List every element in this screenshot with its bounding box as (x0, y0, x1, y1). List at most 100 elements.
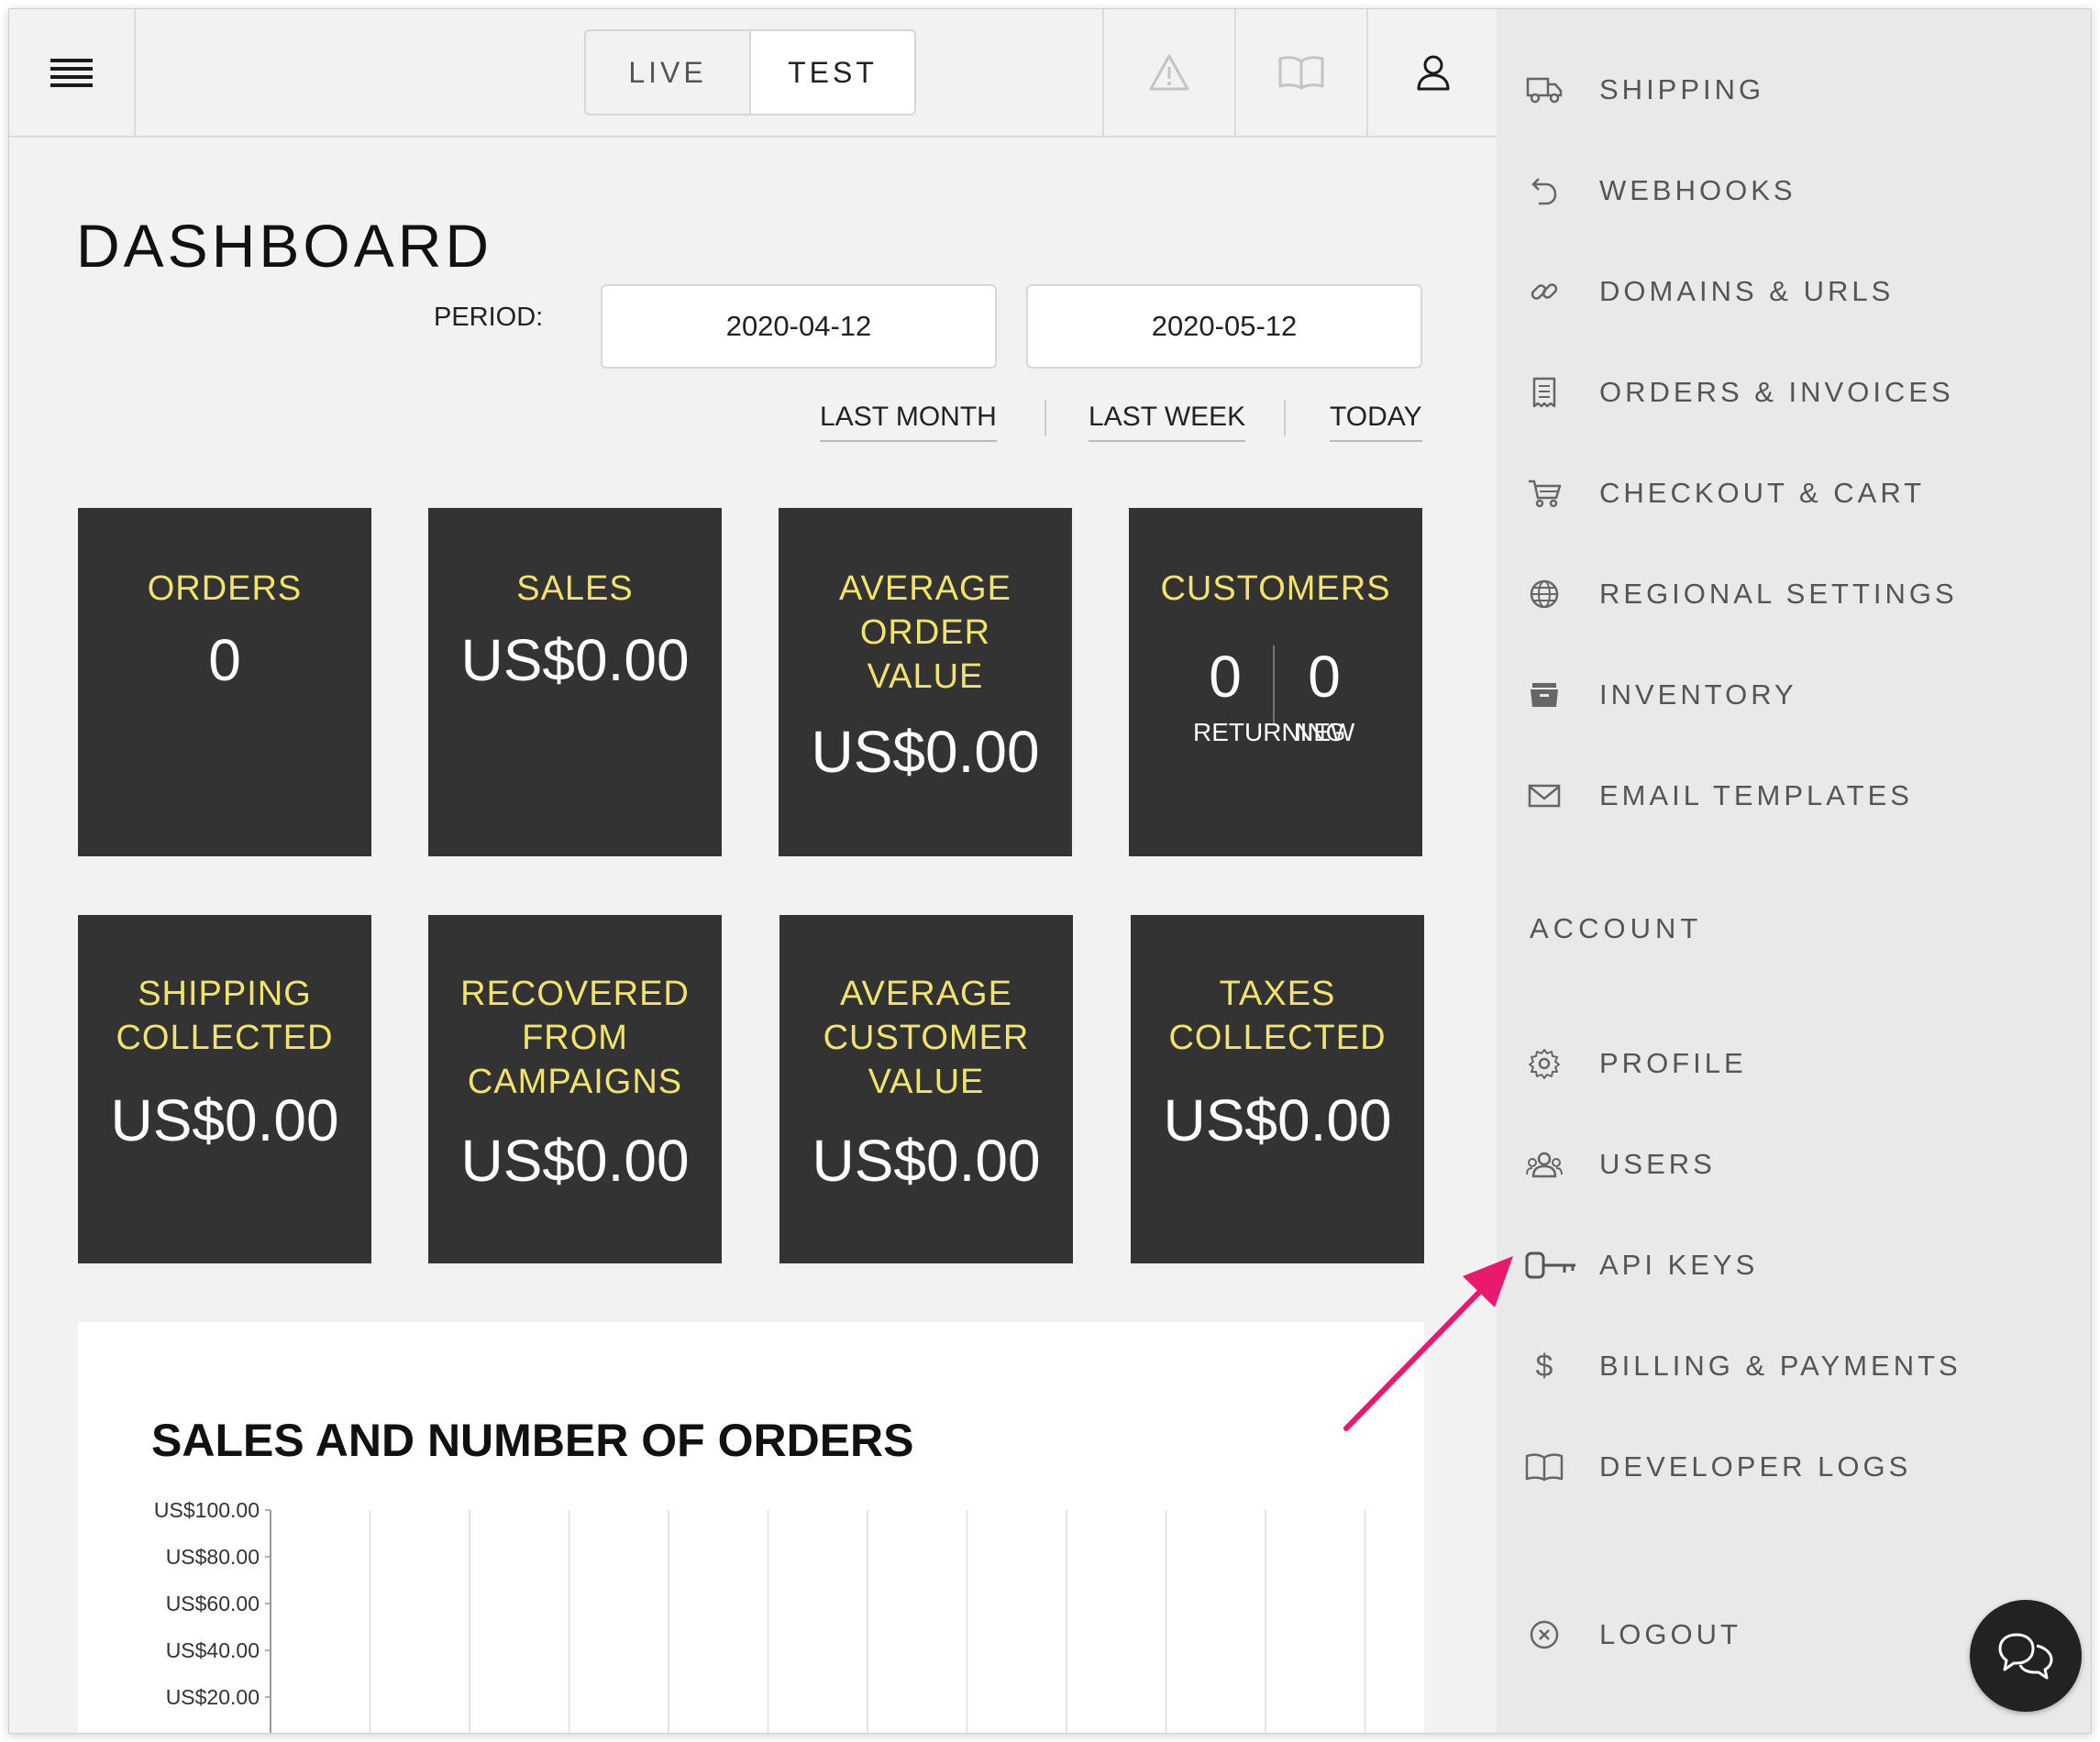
sidebar-item-label: BILLING & PAYMENTS (1599, 1350, 1962, 1382)
new-customers-value: 0 (1308, 644, 1341, 710)
tile-value: US$0.00 (110, 1087, 339, 1153)
mode-live-button[interactable]: LIVE (586, 31, 749, 114)
tile-label: FROM (522, 1019, 628, 1057)
truck-icon (1524, 70, 1564, 110)
sidebar-item-shipping[interactable]: SHIPPING (1497, 55, 2091, 125)
date-from-input[interactable] (601, 284, 997, 369)
sidebar-item-regional-settings[interactable]: REGIONAL SETTINGS (1497, 559, 2091, 629)
customers-tile: CUSTOMERS 0 0 RETURNING NEW (1129, 508, 1422, 856)
tile-label: AVERAGE (840, 975, 1012, 1013)
tile-value: 0 (208, 627, 241, 693)
account-button[interactable] (1366, 9, 1498, 136)
tile-label: CUSTOMER (823, 1019, 1030, 1057)
sidebar-item-label: REGIONAL SETTINGS (1599, 578, 1958, 610)
key-icon (1524, 1245, 1579, 1285)
sidebar-item-billing-payments[interactable]: $ BILLING & PAYMENTS (1497, 1331, 2091, 1401)
today-link[interactable]: TODAY (1330, 402, 1422, 442)
sidebar-item-orders-invoices[interactable]: ORDERS & INVOICES (1497, 358, 2091, 427)
tile-label: AVERAGE (839, 569, 1011, 608)
sidebar-item-label: INVENTORY (1599, 678, 1797, 711)
tile-label: RECOVERED (460, 975, 690, 1013)
tile-label: COLLECTED (1168, 1019, 1387, 1057)
tile-value: US$0.00 (811, 719, 1040, 785)
sidebar-item-label: CHECKOUT & CART (1599, 477, 1926, 509)
sidebar-item-users[interactable]: USERS (1497, 1130, 2091, 1199)
page-title: DASHBOARD (76, 212, 493, 280)
sidebar-item-api-keys[interactable]: API KEYS (1497, 1230, 2091, 1300)
y-tick-label: US$80.00 (166, 1545, 260, 1569)
shipping-collected-tile: SHIPPING COLLECTED US$0.00 (78, 915, 371, 1263)
close-circle-icon (1524, 1615, 1564, 1655)
tile-label: ORDERS (147, 569, 303, 608)
mode-toggle: LIVE TEST (584, 29, 916, 116)
docs-button[interactable] (1234, 9, 1366, 136)
user-icon (1417, 55, 1450, 91)
link-icon (1524, 271, 1564, 312)
sidebar-item-email-templates[interactable]: EMAIL TEMPLATES (1497, 761, 2091, 831)
alerts-button[interactable] (1102, 9, 1234, 136)
top-bar: LIVE TEST (9, 9, 1497, 138)
taxes-collected-tile: TAXES COLLECTED US$0.00 (1131, 915, 1424, 1263)
mode-test-button[interactable]: TEST (749, 31, 914, 114)
sidebar-item-webhooks[interactable]: WEBHOOKS (1497, 156, 2091, 226)
cart-icon (1524, 473, 1564, 513)
average-customer-value-tile: AVERAGE CUSTOMER VALUE US$0.00 (779, 915, 1073, 1263)
sidebar-item-label: USERS (1599, 1148, 1716, 1180)
sidebar-item-label: DEVELOPER LOGS (1599, 1450, 1912, 1483)
receipt-icon (1524, 372, 1564, 413)
average-order-value-tile: AVERAGE ORDER VALUE US$0.00 (779, 508, 1072, 856)
app-window: LIVE TEST DASHBOARD PERIOD: LAST (8, 8, 2092, 1734)
sales-chart: US$100.00 US$80.00 US$60.00 US$40.00 US$20.0… (154, 1498, 1366, 1733)
sidebar-item-label: SHIPPING (1599, 73, 1765, 105)
divider (1273, 645, 1275, 724)
tile-value: US$0.00 (1163, 1087, 1392, 1153)
undo-arrow-icon (1524, 171, 1564, 211)
y-tick-label: US$20.00 (166, 1685, 260, 1709)
account-section-label: ACCOUNT (1530, 912, 1703, 944)
sidebar-item-profile[interactable]: PROFILE (1497, 1029, 2091, 1098)
menu-button[interactable] (9, 9, 136, 136)
sidebar-item-label: API KEYS (1599, 1249, 1759, 1281)
y-tick-label: US$40.00 (166, 1638, 260, 1662)
tile-label: VALUE (868, 1063, 985, 1101)
envelope-icon (1524, 776, 1564, 816)
tile-value: US$0.00 (812, 1128, 1041, 1194)
y-tick-label: US$60.00 (166, 1592, 260, 1615)
divider (1044, 400, 1046, 436)
globe-icon (1524, 574, 1564, 614)
new-label: NEW (1295, 718, 1355, 746)
sidebar-item-label: WEBHOOKS (1599, 174, 1796, 206)
sidebar: SHIPPING WEBHOOKS DOMAINS & URLS ORDERS … (1497, 9, 2091, 1733)
tile-label: TAXES (1219, 975, 1336, 1013)
hamburger-icon (50, 54, 93, 92)
tile-label: VALUE (867, 657, 984, 696)
sidebar-item-developer-logs[interactable]: DEVELOPER LOGS (1497, 1432, 2091, 1502)
chat-button[interactable] (1970, 1600, 2082, 1712)
tile-label: CUSTOMERS (1160, 569, 1391, 608)
recovered-from-campaigns-tile: RECOVERED FROM CAMPAIGNS US$0.00 (428, 915, 722, 1263)
tile-value: US$0.00 (460, 1128, 690, 1194)
tile-label: SHIPPING (138, 975, 312, 1013)
inventory-box-icon (1524, 675, 1564, 715)
warning-icon (1149, 54, 1189, 91)
tile-label: ORDER (859, 613, 991, 652)
orders-tile: ORDERS 0 (78, 508, 371, 856)
last-month-link[interactable]: LAST MONTH (820, 402, 997, 442)
sidebar-item-checkout-cart[interactable]: CHECKOUT & CART (1497, 458, 2091, 528)
book-icon (1524, 1447, 1564, 1487)
book-icon (1278, 56, 1324, 90)
sidebar-item-label: LOGOUT (1599, 1618, 1741, 1650)
last-week-link[interactable]: LAST WEEK (1089, 402, 1246, 442)
users-icon (1524, 1144, 1564, 1185)
divider (1284, 400, 1286, 436)
date-to-input[interactable] (1026, 284, 1422, 369)
tile-label: SALES (516, 569, 634, 608)
y-tick-label: US$100.00 (154, 1498, 260, 1522)
sidebar-item-label: ORDERS & INVOICES (1599, 376, 1954, 408)
sidebar-item-label: DOMAINS & URLS (1599, 275, 1895, 307)
period-label: PERIOD: (434, 303, 544, 332)
sidebar-item-inventory[interactable]: INVENTORY (1497, 660, 2091, 730)
returning-customers-value: 0 (1209, 644, 1242, 710)
gear-icon (1524, 1043, 1564, 1084)
sidebar-item-domains-urls[interactable]: DOMAINS & URLS (1497, 257, 2091, 326)
